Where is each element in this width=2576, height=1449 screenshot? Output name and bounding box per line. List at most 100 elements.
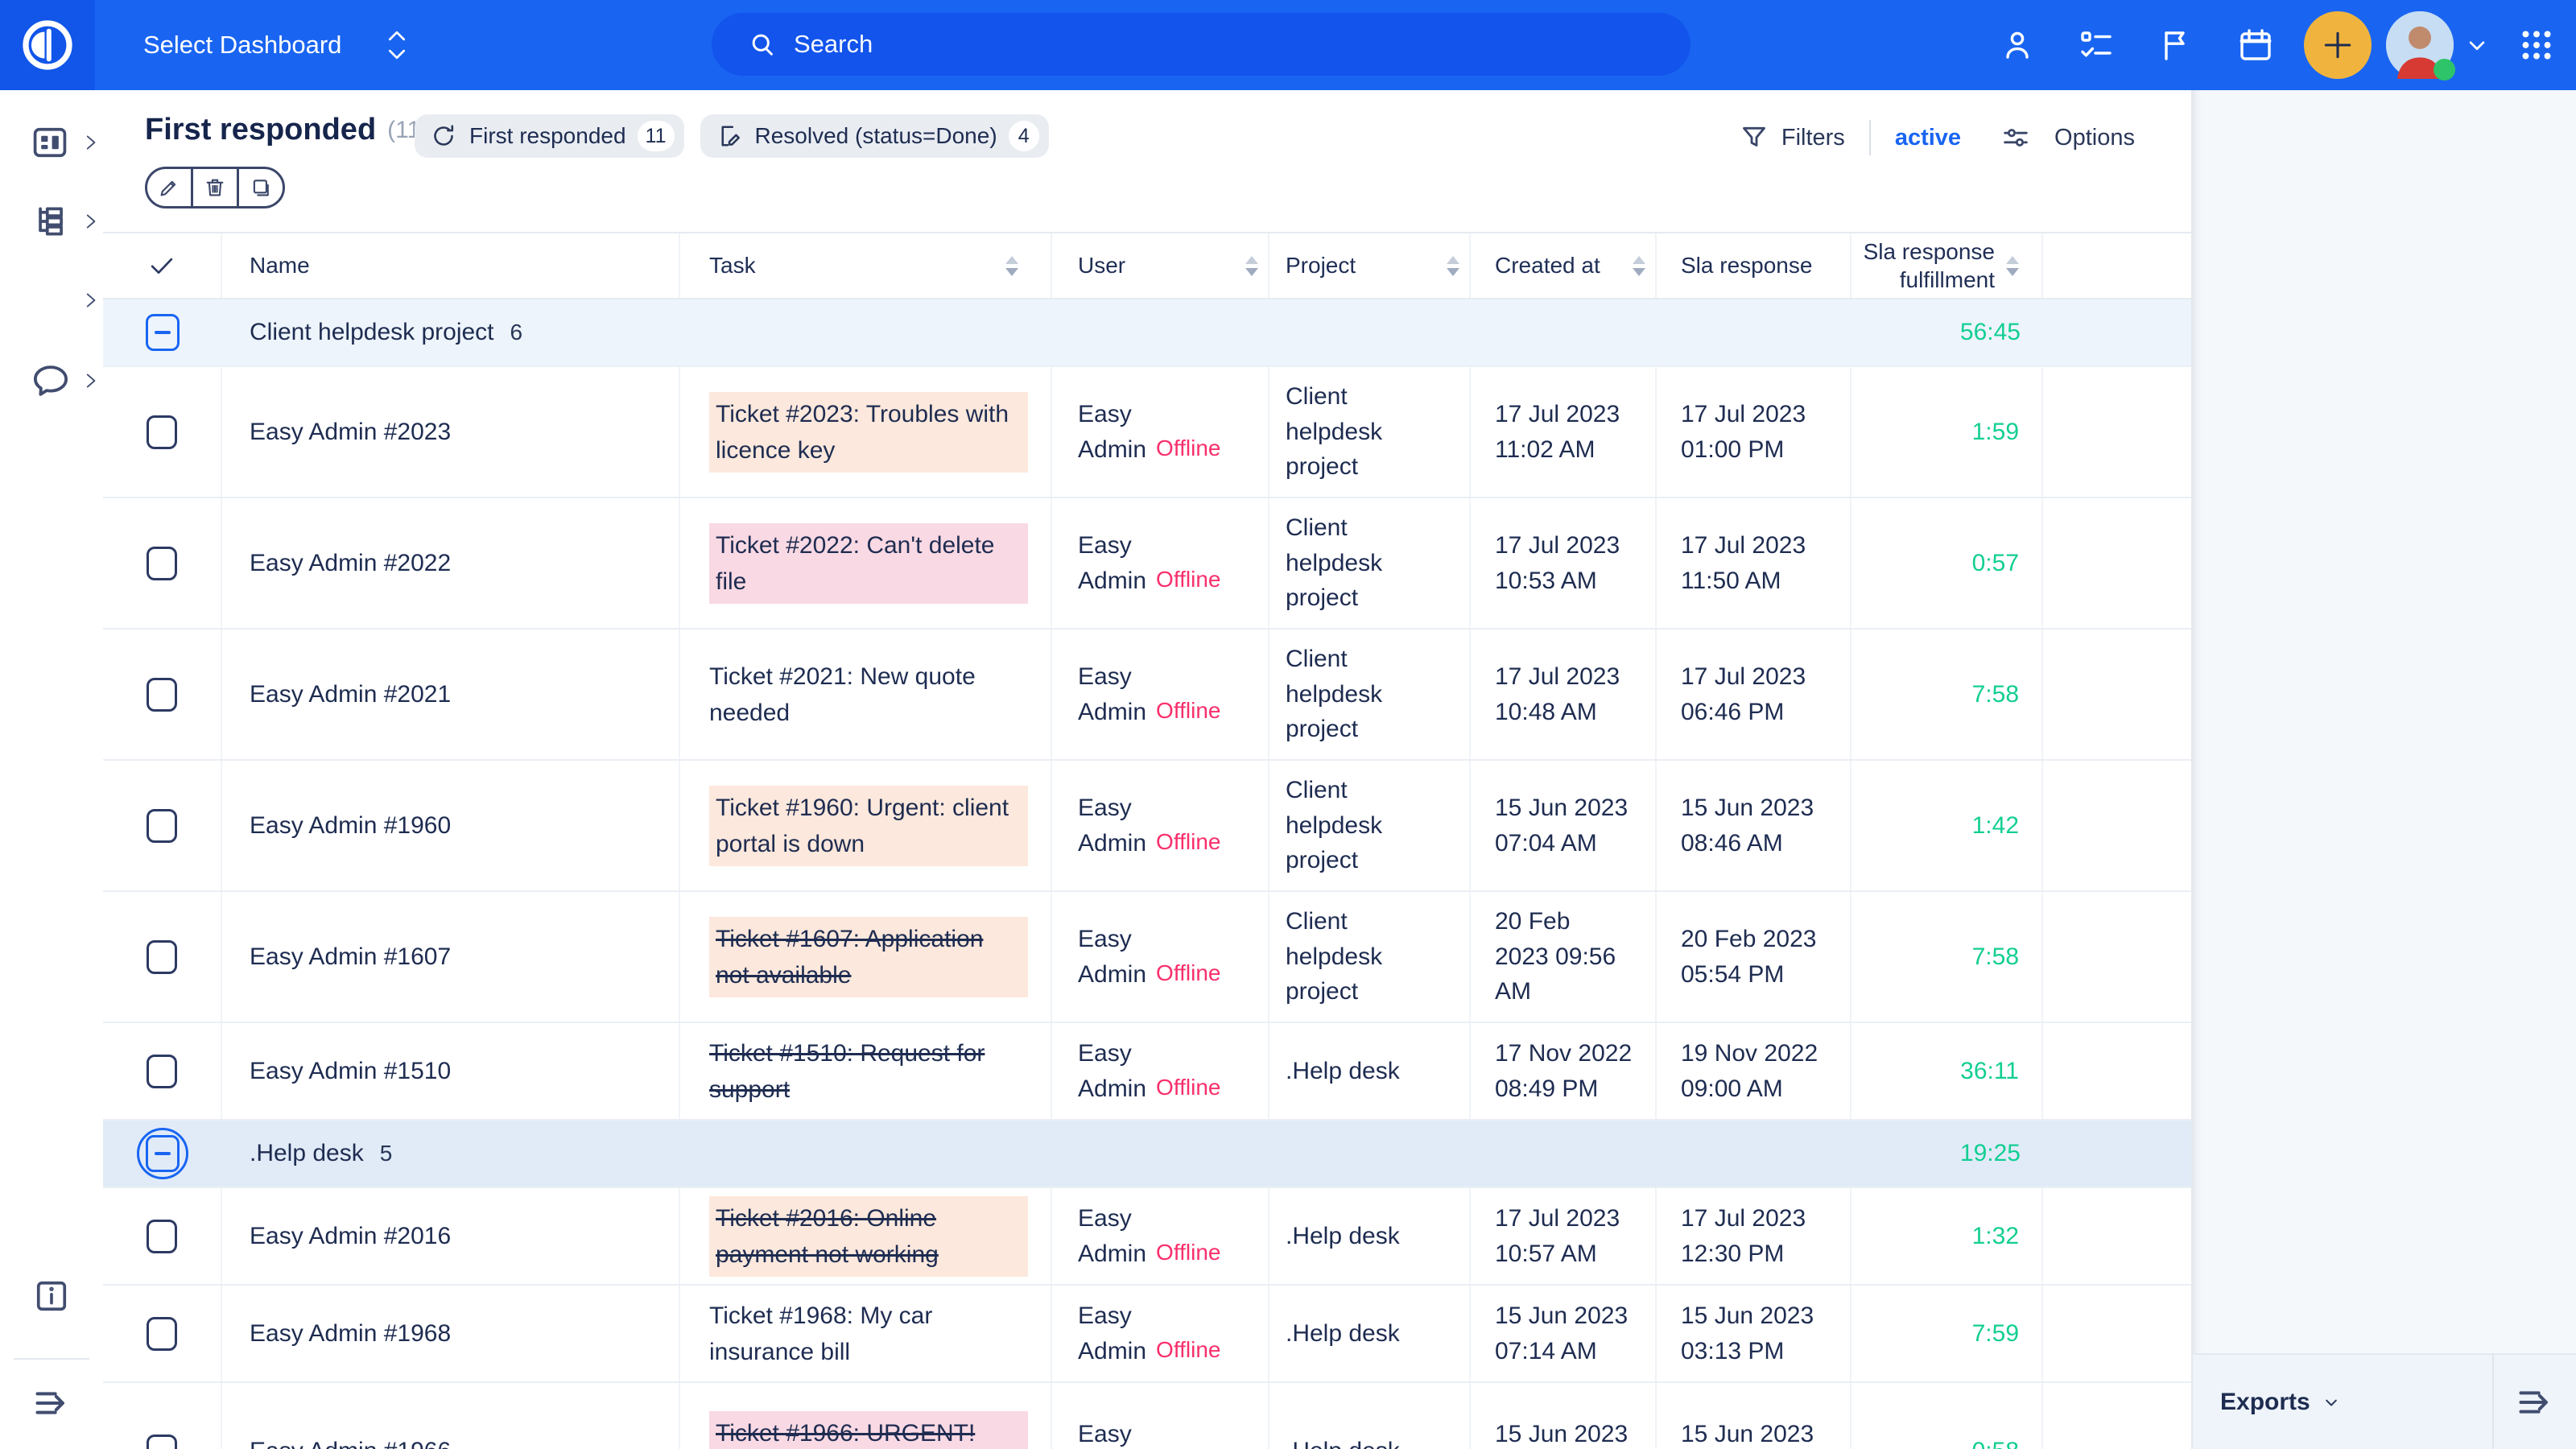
tasks-checklist-icon[interactable]: [2077, 26, 2116, 64]
task-link[interactable]: Ticket #2022: Can't delete file: [709, 523, 1028, 604]
group-row[interactable]: .Help desk519:25: [103, 1121, 2191, 1188]
user-icon[interactable]: [1998, 26, 2037, 64]
table-row[interactable]: Easy Admin #2021 Ticket #2021: New quote …: [103, 630, 2191, 761]
exports-button[interactable]: Exports: [2193, 1355, 2494, 1449]
app-logo[interactable]: [0, 0, 95, 90]
task-link[interactable]: Ticket #1607: Application not available: [709, 917, 1028, 997]
project-name: .Help desk: [1286, 1316, 1400, 1352]
expand-panel-icon: [2512, 1380, 2557, 1425]
user-name: Easy Admin: [1078, 926, 1146, 988]
calendar-icon[interactable]: [2236, 26, 2275, 64]
task-link[interactable]: Ticket #2016: Online payment not working: [709, 1196, 1028, 1277]
sort-arrows-icon[interactable]: [1245, 256, 1258, 276]
row-select-cell: [103, 1188, 222, 1284]
column-header-task[interactable]: Task: [680, 233, 1052, 298]
row-checkbox[interactable]: [147, 940, 177, 974]
row-checkbox[interactable]: [147, 547, 177, 580]
column-header-sla-response[interactable]: Sla response: [1657, 233, 1852, 298]
panel-footer: Exports: [2193, 1353, 2576, 1449]
row-checkbox[interactable]: [147, 1220, 177, 1253]
table-row[interactable]: Easy Admin #2022 Ticket #2022: Can't dele…: [103, 498, 2191, 630]
sidebar-item-chat[interactable]: [0, 355, 103, 407]
row-checkbox[interactable]: [147, 415, 177, 449]
row-checkbox[interactable]: [147, 678, 177, 712]
project-cell: Client helpdesk project: [1269, 892, 1471, 1022]
copy-button[interactable]: [239, 169, 283, 206]
apps-grid-icon[interactable]: [2516, 25, 2557, 65]
sla-response-cell: 17 Jul 2023 11:50 AM: [1657, 498, 1852, 628]
sidebar-item-info[interactable]: [0, 1270, 103, 1322]
table-row[interactable]: Easy Admin #1968 Ticket #1968: My car ins…: [103, 1286, 2191, 1383]
issue-name-link[interactable]: Easy Admin #2023: [250, 419, 451, 446]
filters-active-link[interactable]: active: [1895, 125, 1961, 151]
sort-arrows-icon[interactable]: [1447, 256, 1459, 276]
sla-response-value: 17 Jul 2023 06:46 PM: [1681, 659, 1806, 729]
group-row[interactable]: Client helpdesk project656:45: [103, 299, 2191, 367]
column-header-name[interactable]: Name: [222, 233, 680, 298]
chip-first-responded[interactable]: First responded 11: [415, 114, 684, 158]
user-name: Easy Admin: [1078, 663, 1146, 725]
sliders-icon: [2000, 122, 2032, 154]
created-at-value: 17 Jul 2023 11:02 AM: [1495, 397, 1620, 467]
column-header-user[interactable]: User: [1052, 233, 1269, 298]
add-button[interactable]: [2304, 11, 2372, 79]
issue-name-link[interactable]: Easy Admin #1607: [250, 943, 451, 971]
sidebar-item-dashboards[interactable]: [0, 117, 103, 168]
task-link[interactable]: Ticket #1966: URGENT! Heating in Consult…: [709, 1411, 1028, 1449]
collapse-group-icon[interactable]: [146, 1135, 180, 1172]
row-checkbox[interactable]: [147, 809, 177, 843]
sla-response-value: 19 Nov 2022 09:00 AM: [1681, 1036, 1818, 1106]
row-checkbox[interactable]: [147, 1317, 177, 1351]
row-checkbox[interactable]: [147, 1055, 177, 1088]
collapse-sidebar-button[interactable]: [0, 1377, 103, 1429]
task-link[interactable]: Ticket #2023: Troubles with licence key: [709, 392, 1028, 473]
dashboard-selector[interactable]: Select Dashboard: [143, 0, 412, 90]
chip-resolved[interactable]: Resolved (status=Done) 4: [700, 114, 1049, 158]
search-placeholder: Search: [794, 30, 873, 59]
issue-name-link[interactable]: Easy Admin #1968: [250, 1320, 451, 1348]
sidebar-item-more[interactable]: [0, 275, 103, 326]
sidebar-item-projects[interactable]: [0, 196, 103, 247]
column-header-created-at[interactable]: Created at: [1471, 233, 1657, 298]
table-row[interactable]: Easy Admin #1607 Ticket #1607: Applicatio…: [103, 892, 2191, 1023]
chevron-right-icon: [80, 370, 101, 391]
options-button[interactable]: Options: [2000, 122, 2135, 154]
flag-icon[interactable]: [2156, 26, 2194, 64]
created-at-value: 17 Jul 2023 10:53 AM: [1495, 528, 1620, 598]
check-icon: [147, 250, 177, 281]
user-cell: Easy AdminOffline: [1052, 761, 1269, 890]
sort-arrows-icon[interactable]: [1633, 256, 1645, 276]
column-header-project[interactable]: Project: [1269, 233, 1471, 298]
filters-button[interactable]: Filters: [1781, 125, 1845, 151]
panel-toggle-button[interactable]: [2494, 1355, 2576, 1449]
task-link[interactable]: Ticket #1960: Urgent: client portal is d…: [709, 786, 1028, 866]
task-link[interactable]: Ticket #1968: My car insurance bill: [709, 1298, 1028, 1370]
collapse-group-icon[interactable]: [146, 314, 180, 351]
group-focus-ring: [137, 1128, 188, 1179]
delete-button[interactable]: [193, 169, 239, 206]
column-header-sla-fulfillment[interactable]: Sla responsefulfillment: [1852, 233, 2043, 298]
table-row[interactable]: Easy Admin #1960 Ticket #1960: Urgent: cl…: [103, 761, 2191, 892]
task-link[interactable]: Ticket #2021: New quote needed: [709, 658, 1028, 731]
issue-name-link[interactable]: Easy Admin #1510: [250, 1058, 451, 1085]
sort-arrows-icon[interactable]: [1005, 256, 1018, 276]
issue-name-link[interactable]: Easy Admin #2021: [250, 681, 451, 708]
task-link[interactable]: Ticket #1510: Request for support: [709, 1035, 1028, 1108]
table-row[interactable]: Easy Admin #2016 Ticket #2016: Online pay…: [103, 1188, 2191, 1286]
edit-button[interactable]: [147, 169, 193, 206]
avatar[interactable]: [2386, 11, 2454, 79]
issue-name-link[interactable]: Easy Admin #1966: [250, 1438, 451, 1449]
select-all-header[interactable]: [103, 233, 222, 298]
table-row[interactable]: Easy Admin #1510 Ticket #1510: Request fo…: [103, 1023, 2191, 1121]
user-name: Easy Admin: [1078, 1205, 1146, 1267]
issue-name-link[interactable]: Easy Admin #1960: [250, 812, 451, 840]
table-row[interactable]: Easy Admin #1966 Ticket #1966: URGENT! He…: [103, 1383, 2191, 1449]
issue-name-link[interactable]: Easy Admin #2022: [250, 550, 451, 577]
search-input[interactable]: Search: [712, 13, 1690, 76]
row-checkbox[interactable]: [147, 1435, 177, 1449]
issue-name-link[interactable]: Easy Admin #2016: [250, 1223, 451, 1250]
profile-chevron-down-icon[interactable]: [2462, 30, 2492, 60]
sort-arrows-icon[interactable]: [2006, 256, 2019, 276]
table-row[interactable]: Easy Admin #2023 Ticket #2023: Troubles w…: [103, 367, 2191, 498]
project-name: Client helpdesk project: [1286, 379, 1382, 485]
